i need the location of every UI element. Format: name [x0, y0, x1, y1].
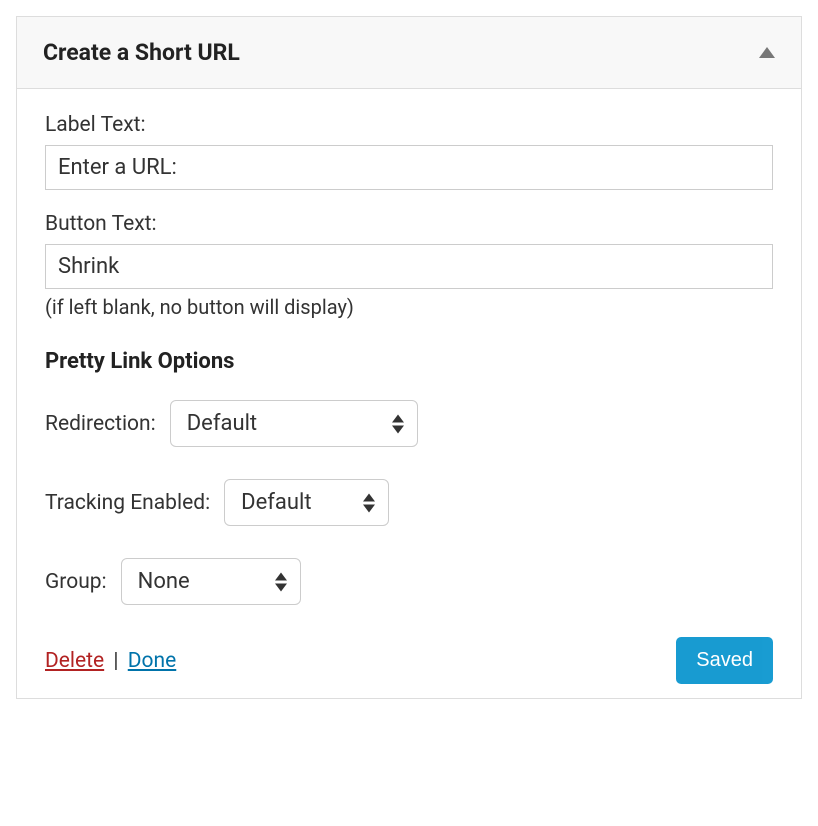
- group-row: Group: None: [45, 558, 773, 605]
- tracking-label: Tracking Enabled:: [45, 491, 210, 515]
- redirection-select-wrap: Default: [170, 400, 418, 447]
- group-select-wrap: None: [121, 558, 301, 605]
- group-select[interactable]: None: [121, 558, 301, 605]
- redirection-row: Redirection: Default: [45, 400, 773, 447]
- delete-link[interactable]: Delete: [45, 649, 104, 673]
- collapse-up-icon[interactable]: [759, 47, 775, 58]
- widget-body: Label Text: Button Text: (if left blank,…: [17, 89, 801, 698]
- tracking-select[interactable]: Default: [224, 479, 389, 526]
- done-link[interactable]: Done: [128, 649, 177, 673]
- button-text-group: Button Text: (if left blank, no button w…: [45, 212, 773, 319]
- footer-links: Delete | Done: [45, 649, 176, 673]
- redirection-label: Redirection:: [45, 412, 156, 436]
- widget-title: Create a Short URL: [43, 39, 240, 66]
- link-separator: |: [113, 649, 118, 673]
- label-text-group: Label Text:: [45, 113, 773, 190]
- button-text-help: (if left blank, no button will display): [45, 295, 773, 319]
- pretty-link-options-heading: Pretty Link Options: [45, 349, 773, 374]
- widget-header[interactable]: Create a Short URL: [17, 17, 801, 89]
- label-text-input[interactable]: [45, 145, 773, 190]
- widget-container: Create a Short URL Label Text: Button Te…: [16, 16, 802, 699]
- tracking-row: Tracking Enabled: Default: [45, 479, 773, 526]
- tracking-select-wrap: Default: [224, 479, 389, 526]
- footer-row: Delete | Done Saved: [45, 637, 773, 684]
- button-text-input[interactable]: [45, 244, 773, 289]
- button-text-label: Button Text:: [45, 212, 773, 236]
- group-label: Group:: [45, 570, 107, 594]
- saved-button[interactable]: Saved: [676, 637, 773, 684]
- label-text-label: Label Text:: [45, 113, 773, 137]
- redirection-select[interactable]: Default: [170, 400, 418, 447]
